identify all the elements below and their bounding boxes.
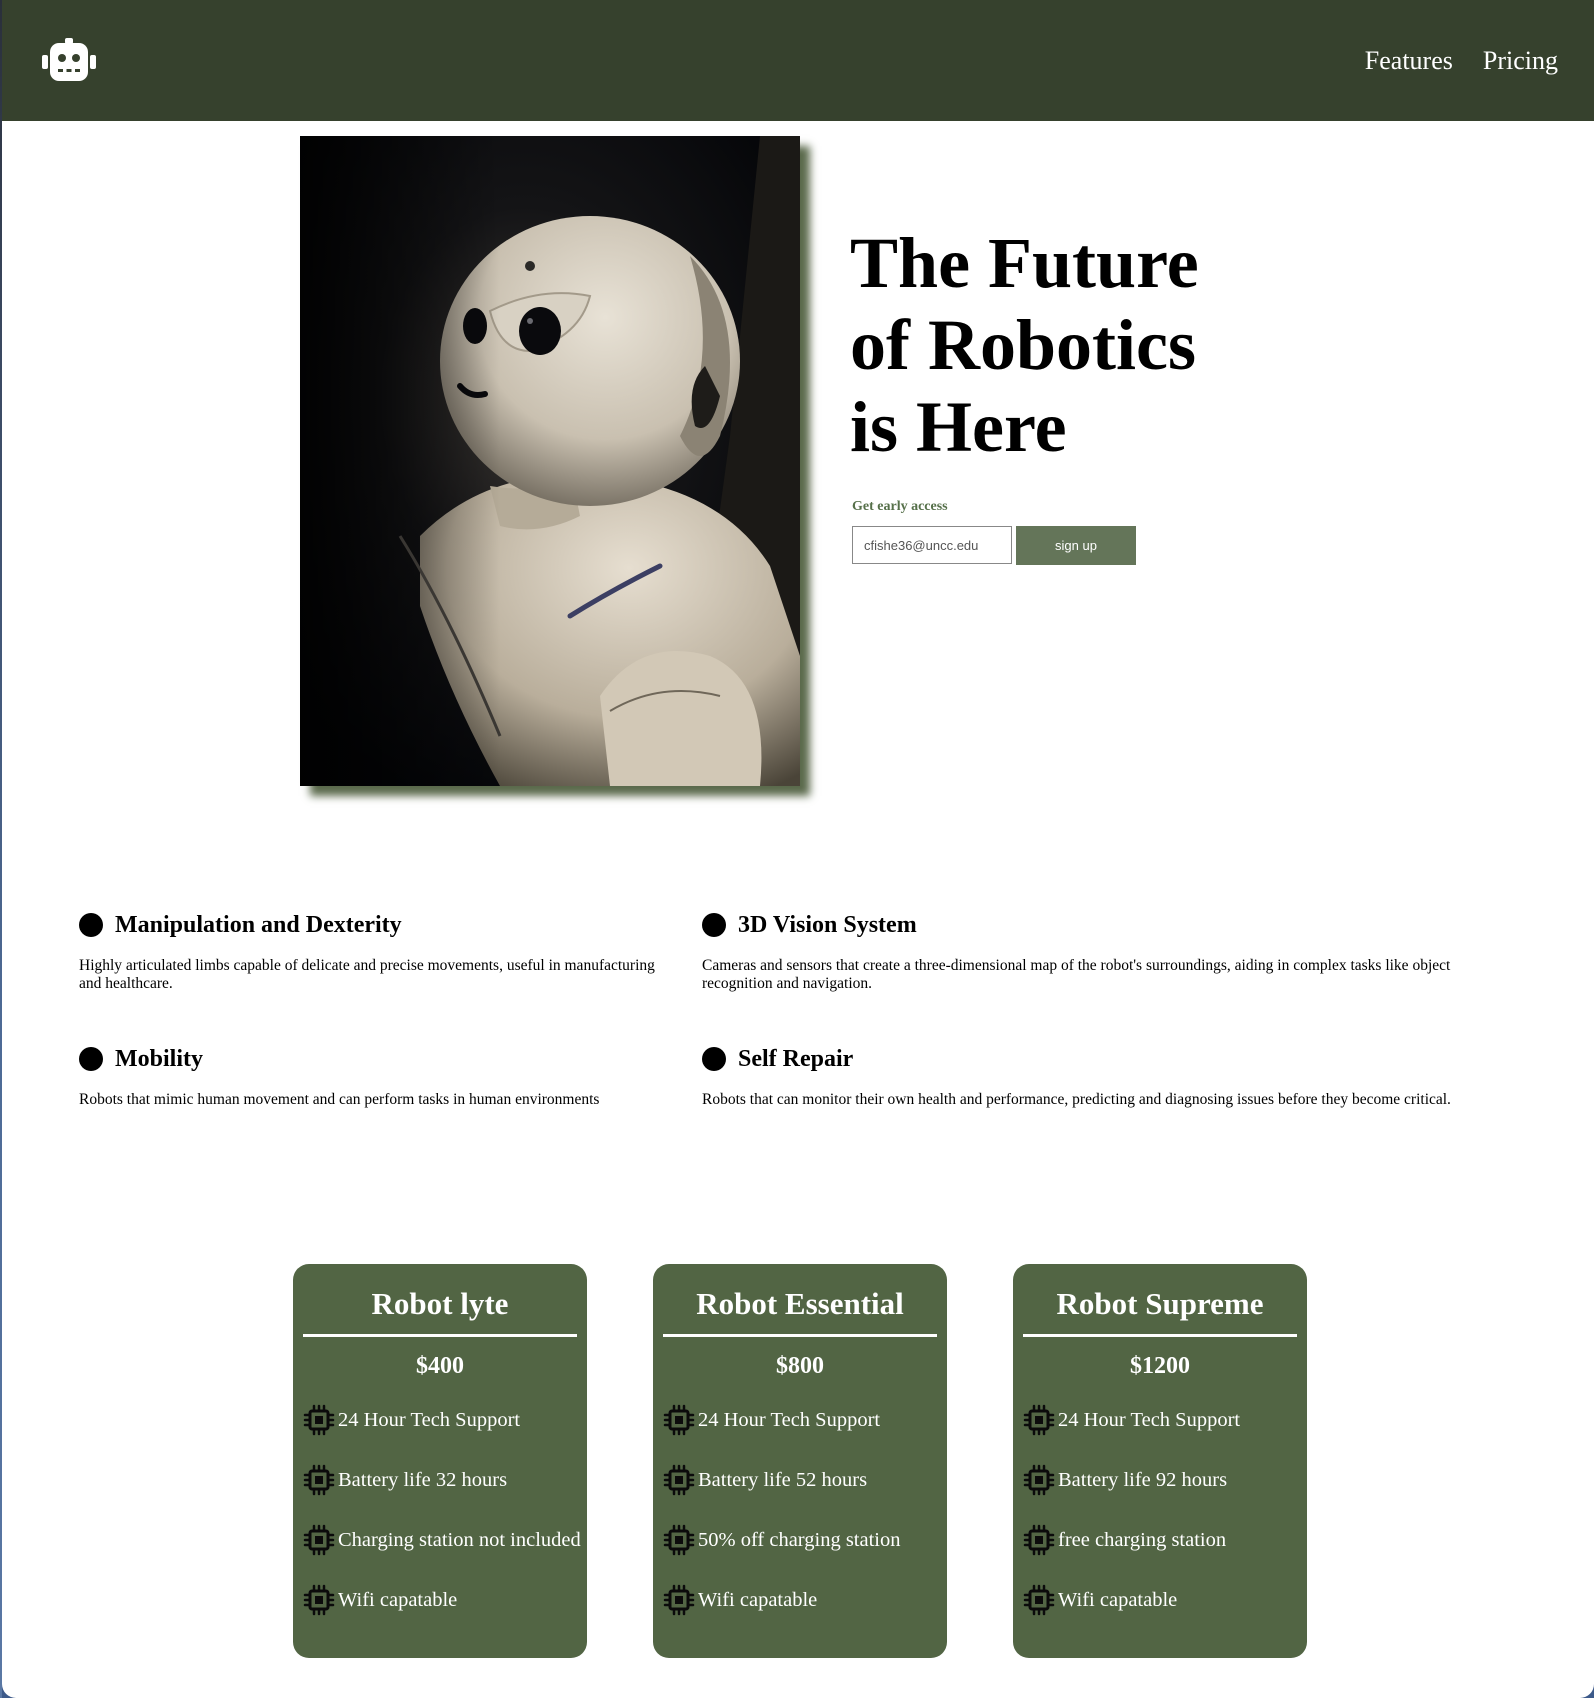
pricing-card-essential: Robot Essential $800 24 Hour Tech Suppor…: [653, 1264, 947, 1658]
plan-feature: Charging station not included: [303, 1524, 581, 1556]
bullet-icon: [79, 913, 103, 937]
bullet-icon: [702, 913, 726, 937]
plan-feature-label: Charging station not included: [338, 1528, 581, 1551]
plan-price: $800: [776, 1353, 824, 1379]
plan-feature: Battery life 92 hours: [1023, 1464, 1227, 1496]
plan-feature: 24 Hour Tech Support: [663, 1404, 880, 1436]
plan-feature-label: Wifi capatable: [698, 1588, 818, 1611]
plan-feature: 50% off charging station: [663, 1524, 901, 1556]
plan-feature: Battery life 52 hours: [663, 1464, 867, 1496]
plan-feature-label: 24 Hour Tech Support: [338, 1408, 521, 1431]
plan-feature-label: Wifi capatable: [338, 1588, 458, 1611]
plan-feature-label: 50% off charging station: [698, 1528, 901, 1551]
chip-icon: [1023, 1464, 1055, 1496]
main-nav: Features Pricing: [1365, 44, 1558, 78]
hero-title-line-2: of Robotics: [850, 305, 1196, 385]
plan-feature: Battery life 32 hours: [303, 1464, 507, 1496]
hero-robot-image: [300, 136, 800, 786]
feature-mobility: Mobility Robots that mimic human movemen…: [79, 1044, 679, 1109]
divider: [303, 1334, 577, 1337]
chip-icon: [303, 1584, 335, 1616]
feature-title: Mobility: [115, 1045, 203, 1072]
feature-title: Manipulation and Dexterity: [115, 911, 402, 938]
feature-title: Self Repair: [738, 1045, 854, 1072]
plan-feature: 24 Hour Tech Support: [303, 1404, 520, 1436]
page: Features Pricing The Future of Robotics …: [2, 0, 1594, 1698]
chip-icon: [1023, 1584, 1055, 1616]
pricing-card-supreme: Robot Supreme $1200 24 Hour Tech Support…: [1013, 1264, 1307, 1658]
plan-feature-label: 24 Hour Tech Support: [1058, 1408, 1241, 1431]
plan-name: Robot Supreme: [1056, 1286, 1264, 1321]
hero-title: The Future of Robotics is Here: [850, 222, 1270, 468]
email-field[interactable]: [852, 526, 1012, 564]
chip-icon: [303, 1524, 335, 1556]
plan-feature: Wifi capatable: [1023, 1584, 1177, 1616]
bullet-icon: [79, 1047, 103, 1071]
plan-feature: 24 Hour Tech Support: [1023, 1404, 1240, 1436]
feature-description: Robots that can monitor their own health…: [702, 1091, 1451, 1108]
nav-features-link[interactable]: Features: [1365, 44, 1453, 78]
feature-description: Robots that mimic human movement and can…: [79, 1091, 600, 1108]
plan-price: $400: [416, 1353, 464, 1379]
feature-title: 3D Vision System: [738, 911, 917, 938]
plan-name: Robot lyte: [371, 1286, 509, 1321]
nav-pricing-link[interactable]: Pricing: [1483, 44, 1558, 78]
site-header: Features Pricing: [2, 0, 1594, 121]
divider: [663, 1334, 937, 1337]
plan-price: $1200: [1130, 1353, 1190, 1379]
plan-feature-label: Wifi capatable: [1058, 1588, 1178, 1611]
chip-icon: [1023, 1524, 1055, 1556]
chip-icon: [303, 1404, 335, 1436]
chip-icon: [663, 1524, 695, 1556]
feature-manipulation: Manipulation and Dexterity Highly articu…: [79, 910, 679, 993]
plan-feature: Wifi capatable: [303, 1584, 457, 1616]
divider: [1023, 1334, 1297, 1337]
plan-feature: Wifi capatable: [663, 1584, 817, 1616]
chip-icon: [303, 1464, 335, 1496]
early-access-label: Get early access: [852, 499, 948, 514]
plan-feature-label: Battery life 32 hours: [338, 1468, 508, 1491]
plan-feature-label: Battery life 92 hours: [1058, 1468, 1228, 1491]
feature-description: Cameras and sensors that create a three-…: [702, 957, 1451, 992]
chip-icon: [663, 1404, 695, 1436]
sign-up-button[interactable]: sign up: [1016, 526, 1136, 565]
chip-icon: [663, 1464, 695, 1496]
plan-feature-label: Battery life 52 hours: [698, 1468, 868, 1491]
robot-icon[interactable]: [42, 38, 96, 84]
bullet-icon: [702, 1047, 726, 1071]
plan-name: Robot Essential: [696, 1286, 904, 1321]
plan-feature: free charging station: [1023, 1524, 1226, 1556]
hero-title-line-1: The Future: [850, 223, 1199, 303]
chip-icon: [1023, 1404, 1055, 1436]
hero-title-line-3: is Here: [850, 387, 1067, 467]
chip-icon: [663, 1584, 695, 1616]
plan-feature-label: free charging station: [1058, 1528, 1227, 1551]
plan-feature-label: 24 Hour Tech Support: [698, 1408, 881, 1431]
pricing-card-lyte: Robot lyte $400 24 Hour Tech Support Bat…: [293, 1264, 587, 1658]
feature-self-repair: Self Repair Robots that can monitor thei…: [702, 1044, 1502, 1109]
feature-3d-vision: 3D Vision System Cameras and sensors tha…: [702, 910, 1502, 993]
feature-description: Highly articulated limbs capable of deli…: [79, 957, 655, 992]
